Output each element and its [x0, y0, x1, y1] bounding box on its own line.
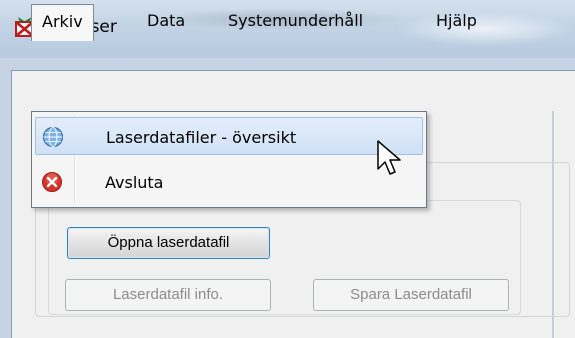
open-laserdata-button[interactable]: Öppna laserdatafil — [67, 227, 270, 259]
arkiv-dropdown-menu: Laserdatafiler - översikt Avsluta — [31, 111, 427, 208]
mouse-cursor-icon — [377, 140, 401, 175]
menu-item-label: Avsluta — [105, 173, 164, 192]
globe-icon — [42, 126, 64, 148]
laserdata-info-button[interactable]: Laserdatafil info. — [65, 279, 271, 311]
menu-item-label: Laserdatafiler - översikt — [106, 128, 297, 147]
save-laserdata-button[interactable]: Spara Laserdatafil — [313, 279, 509, 311]
menu-item-laserdatafiler[interactable]: Laserdatafiler - översikt — [35, 117, 423, 155]
menu-bar — [12, 71, 575, 111]
red-close-icon — [42, 172, 62, 192]
menu-hjalp[interactable]: Hjälp — [436, 11, 477, 30]
menu-arkiv[interactable]: Arkiv — [31, 4, 94, 41]
menu-item-avsluta[interactable]: Avsluta — [35, 163, 423, 201]
menu-systemunderhall[interactable]: Systemunderhåll — [228, 11, 363, 30]
menu-data[interactable]: Data — [147, 11, 185, 30]
